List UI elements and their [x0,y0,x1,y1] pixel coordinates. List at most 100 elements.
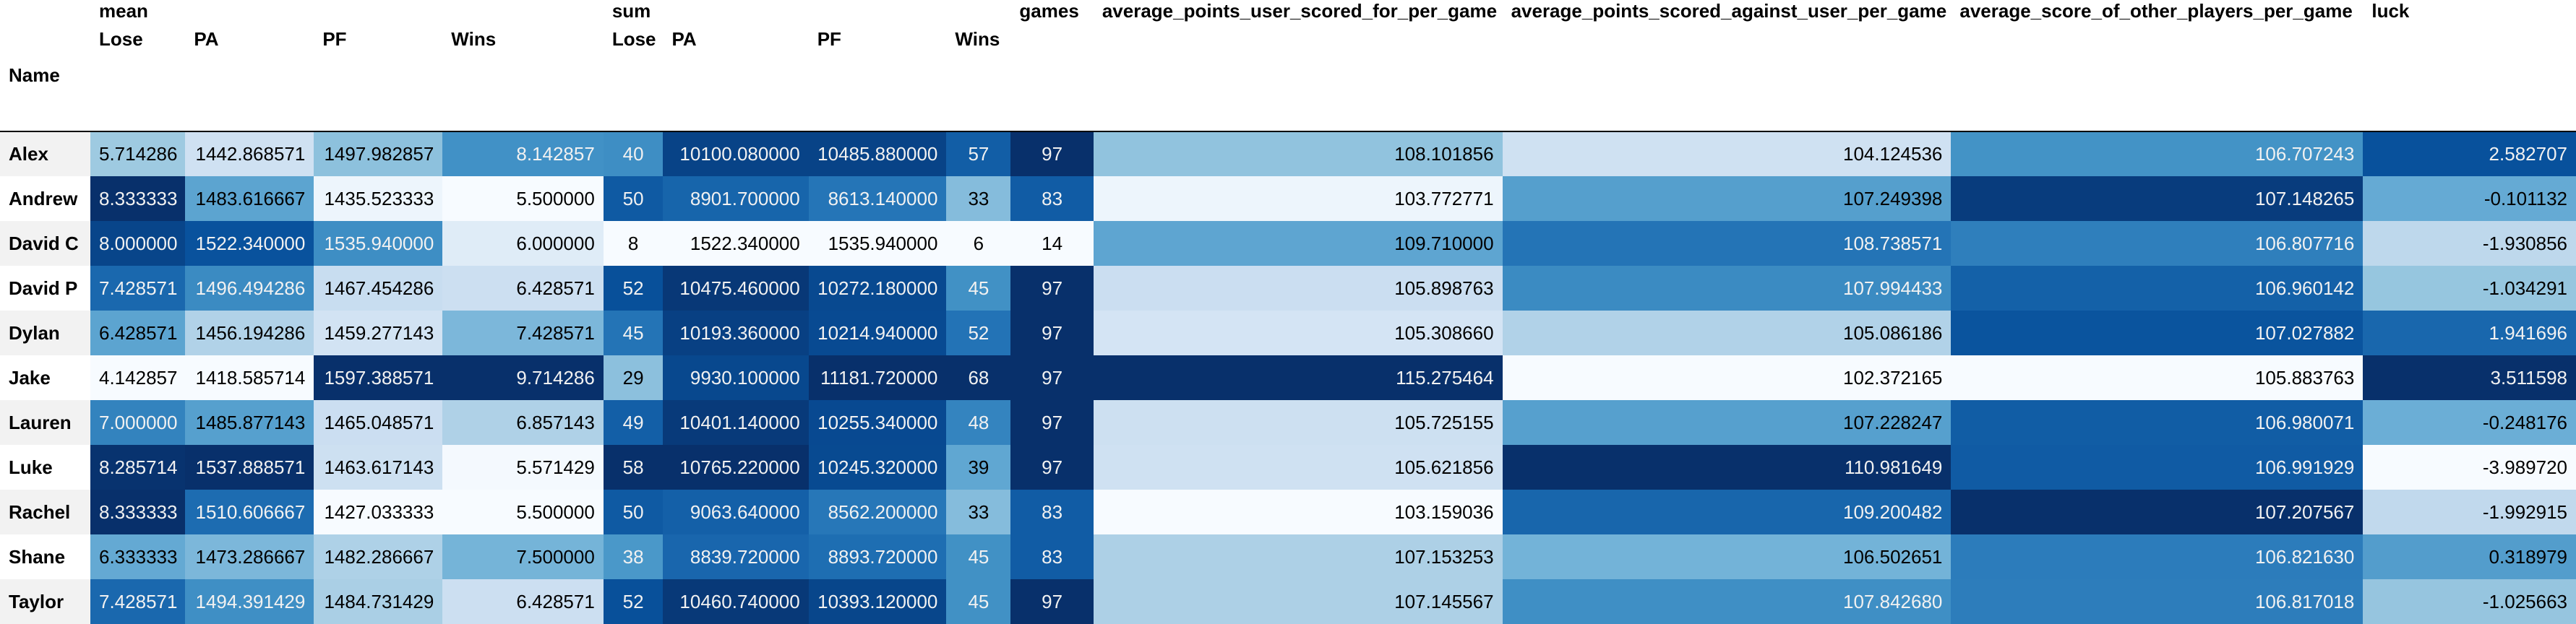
table-cell: 107.842680 [1502,579,1952,624]
subheader-blank [1502,22,1952,56]
table-cell: 10272.180000 [808,266,947,311]
table-cell: 40 [603,131,664,176]
table-cell: 97 [1010,355,1094,400]
table-cell: 8.333333 [90,490,186,534]
table-cell: 8893.720000 [808,534,947,579]
table-cell: 29 [603,355,664,400]
table-cell: 33 [946,176,1011,221]
row-name: Andrew [0,176,90,221]
table-header: mean sum games average_points_user_score… [0,0,2576,131]
table-cell: 45 [946,266,1011,311]
row-name: David C [0,221,90,266]
table-row: Shane 6.333333 1473.286667 1482.286667 7.500… [0,534,2576,579]
table-cell: 1494.391429 [185,579,314,624]
subheader-sum-wins: Wins [946,22,1011,56]
table-cell: 106.707243 [1951,131,2364,176]
table-cell: 1473.286667 [185,534,314,579]
table-cell: 8.142857 [442,131,604,176]
table-cell: 10765.220000 [663,445,809,490]
header-sum: sum [603,0,1011,22]
table-cell: 8613.140000 [808,176,947,221]
table-cell: 45 [946,579,1011,624]
table-cell: 10475.460000 [663,266,809,311]
corner-cell [0,0,90,22]
table-cell: 1535.940000 [314,221,443,266]
table-cell: 7.428571 [90,266,186,311]
table-cell: 107.207567 [1951,490,2364,534]
table-cell: 9063.640000 [663,490,809,534]
table-cell: 83 [1010,490,1094,534]
table-cell: 1463.617143 [314,445,443,490]
header-row-sub: Lose PA PF Wins Lose PA PF Wins [0,22,2576,56]
index-name-header: Name [0,56,90,131]
table-cell: 8839.720000 [663,534,809,579]
table-cell: 105.883763 [1951,355,2364,400]
table-cell: 5.500000 [442,490,604,534]
table-cell: 105.898763 [1093,266,1503,311]
table-cell: -1.992915 [2363,490,2576,534]
subheader-mean-pf: PF [314,22,443,56]
table-cell: 10460.740000 [663,579,809,624]
row-name: Shane [0,534,90,579]
row-name: David P [0,266,90,311]
table-cell: 1483.616667 [185,176,314,221]
table-row: Alex 5.714286 1442.868571 1497.982857 8.1428… [0,131,2576,176]
table-cell: 1522.340000 [663,221,809,266]
table-cell: 106.960142 [1951,266,2364,311]
table-cell: 104.124536 [1502,131,1952,176]
table-cell: 83 [1010,176,1094,221]
table-cell: 109.710000 [1093,221,1503,266]
table-cell: 1482.286667 [314,534,443,579]
table-cell: 107.145567 [1093,579,1503,624]
stats-table: mean sum games average_points_user_score… [0,0,2576,624]
table-cell: 45 [603,311,664,355]
table-cell: 38 [603,534,664,579]
table-cell: 108.738571 [1502,221,1952,266]
table-cell: 10401.140000 [663,400,809,445]
header-games: games [1010,0,1094,22]
table-cell: -0.248176 [2363,400,2576,445]
table-row: Lauren 7.000000 1485.877143 1465.048571 6.85… [0,400,2576,445]
table-cell: 49 [603,400,664,445]
subheader-blank [2363,22,2576,56]
table-cell: 102.372165 [1502,355,1952,400]
table-cell: 0.318979 [2363,534,2576,579]
header-row-top: mean sum games average_points_user_score… [0,0,2576,22]
table-cell: 106.991929 [1951,445,2364,490]
table-cell: 33 [946,490,1011,534]
row-name: Alex [0,131,90,176]
table-cell: 97 [1010,579,1094,624]
subheader-blank [1093,22,1503,56]
table-cell: 1459.277143 [314,311,443,355]
table-cell: 50 [603,176,664,221]
table-cell: 58 [603,445,664,490]
table-cell: 1.941696 [2363,311,2576,355]
table-cell: 97 [1010,311,1094,355]
table-cell: 109.200482 [1502,490,1952,534]
table-cell: 10100.080000 [663,131,809,176]
table-cell: 1597.388571 [314,355,443,400]
table-cell: 106.807716 [1951,221,2364,266]
table-cell: 106.502651 [1502,534,1952,579]
table-cell: 97 [1010,400,1094,445]
table-row: Luke 8.285714 1537.888571 1463.617143 5.5714… [0,445,2576,490]
table-cell: 97 [1010,131,1094,176]
header-luck: luck [2363,0,2576,22]
table-cell: 7.000000 [90,400,186,445]
table-cell: 50 [603,490,664,534]
table-cell: 48 [946,400,1011,445]
table-cell: 1522.340000 [185,221,314,266]
table-cell: 105.086186 [1502,311,1952,355]
subheader-mean-lose: Lose [90,22,186,56]
table-cell: 103.159036 [1093,490,1503,534]
table-cell: 1510.606667 [185,490,314,534]
table-cell: -1.034291 [2363,266,2576,311]
table-cell: 1456.194286 [185,311,314,355]
table-cell: 3.511598 [2363,355,2576,400]
table-cell: -0.101132 [2363,176,2576,221]
table-cell: 110.981649 [1502,445,1952,490]
table-cell: 6.428571 [442,579,604,624]
table-cell: 52 [946,311,1011,355]
table-cell: 1427.033333 [314,490,443,534]
table-cell: 7.428571 [442,311,604,355]
